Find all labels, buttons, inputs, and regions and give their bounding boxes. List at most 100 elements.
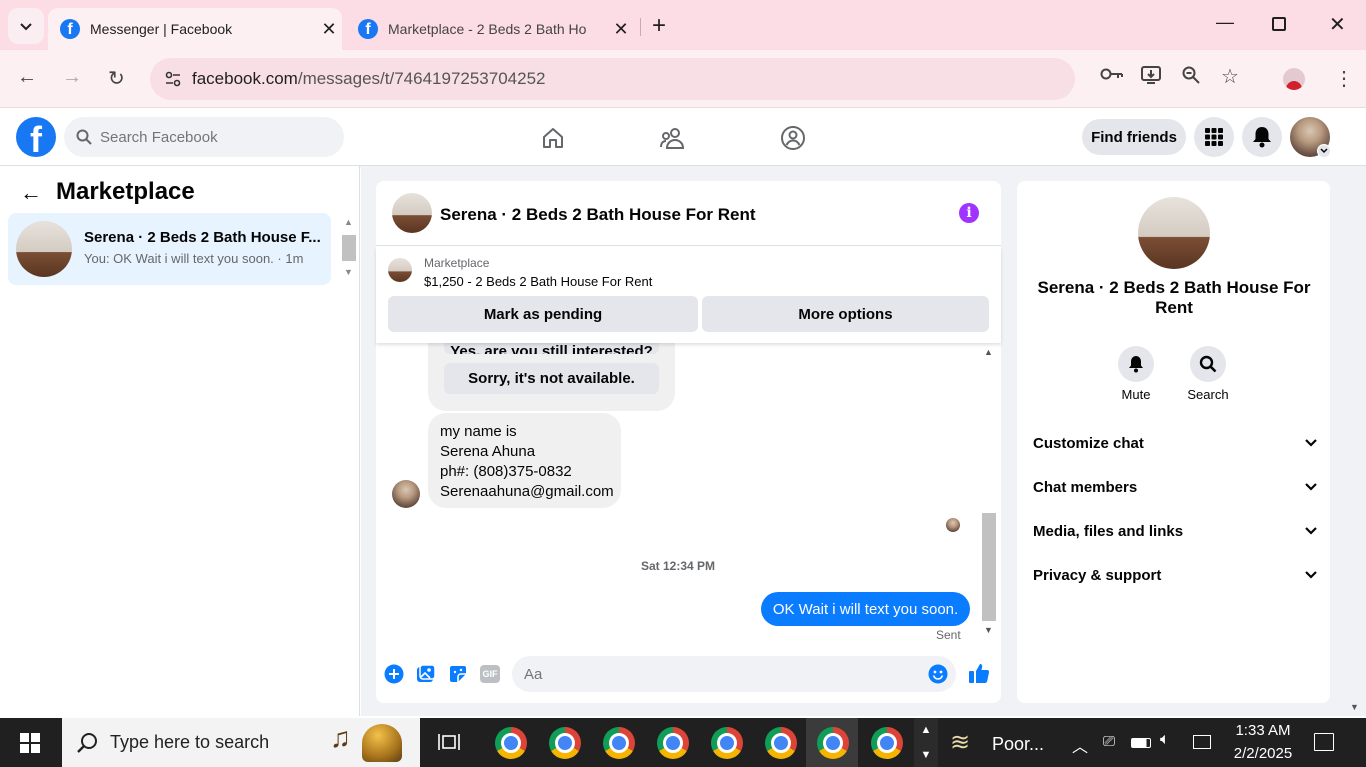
weather-haze-icon: ≋ <box>950 729 971 756</box>
section-media-files-links[interactable]: Media, files and links <box>1033 516 1318 546</box>
forward-icon[interactable]: → <box>62 66 82 89</box>
facebook-logo-icon[interactable]: f <box>16 117 56 157</box>
info-icon[interactable]: i <box>959 203 979 223</box>
message-line: my name is <box>440 423 517 440</box>
close-window-icon[interactable]: ✕ <box>1329 12 1346 37</box>
mute-label: Mute <box>1121 387 1151 402</box>
site-settings-icon[interactable] <box>164 70 182 88</box>
chrome-taskbar-icon[interactable] <box>549 727 581 759</box>
chrome-taskbar-icon[interactable] <box>495 727 527 759</box>
chevron-down-icon <box>1305 527 1317 535</box>
browser-tab-messenger[interactable]: f Messenger | Facebook ✕ <box>48 8 342 50</box>
sidebar-title: Marketplace <box>56 178 195 205</box>
weather-status[interactable]: Poor... <box>992 734 1044 755</box>
search-input[interactable] <box>100 128 320 146</box>
sender-avatar[interactable] <box>392 480 420 508</box>
gramophone-icon <box>362 724 402 762</box>
message-composer[interactable] <box>512 656 956 692</box>
chrome-taskbar-icon[interactable] <box>711 727 743 759</box>
chrome-taskbar-icon[interactable] <box>603 727 635 759</box>
read-receipt-avatar <box>946 518 960 532</box>
install-app-icon[interactable] <box>1141 66 1161 89</box>
show-hidden-icons-icon[interactable]: ︿ <box>1072 733 1088 757</box>
reload-icon[interactable]: ↻ <box>108 66 125 91</box>
attach-photo-icon[interactable] <box>415 663 437 685</box>
chrome-taskbar-icon[interactable] <box>871 727 903 759</box>
gif-icon[interactable]: GIF <box>479 663 501 685</box>
conversation-preview: You: OK Wait i will text you soon. · 1m <box>84 251 304 266</box>
account-chevron-down-icon[interactable] <box>1317 144 1331 158</box>
mute-bell-icon[interactable] <box>1118 346 1154 382</box>
section-label: Privacy & support <box>1033 566 1162 584</box>
section-customize-chat[interactable]: Customize chat <box>1033 428 1318 458</box>
minimize-icon[interactable]: — <box>1216 12 1234 33</box>
home-icon[interactable] <box>533 123 573 153</box>
facebook-favicon-icon: f <box>60 19 80 39</box>
conversation-scrollbar[interactable]: ▲ ▼ <box>340 213 358 285</box>
back-icon[interactable]: ← <box>17 66 37 89</box>
back-arrow-icon[interactable]: ← <box>20 180 42 206</box>
new-tab-icon[interactable]: + <box>652 12 666 40</box>
password-key-icon[interactable] <box>1100 66 1124 87</box>
browser-tab-marketplace[interactable]: f Marketplace - 2 Beds 2 Bath Ho ✕ <box>346 8 634 50</box>
close-tab-icon[interactable]: ✕ <box>316 19 342 40</box>
chat-avatar[interactable] <box>392 193 432 233</box>
section-chat-members[interactable]: Chat members <box>1033 472 1318 502</box>
emoji-icon[interactable] <box>927 663 949 685</box>
chrome-taskbar-icon[interactable] <box>765 727 797 759</box>
close-tab-icon[interactable]: ✕ <box>608 19 634 40</box>
windows-start-icon[interactable] <box>0 718 60 767</box>
outgoing-message-bubble: OK Wait i will text you soon. <box>761 592 970 626</box>
bookmark-star-icon[interactable]: ☆ <box>1221 64 1239 89</box>
chrome-taskbar-icon-active[interactable] <box>817 727 849 759</box>
add-plus-icon[interactable] <box>383 663 405 685</box>
more-options-button[interactable]: More options <box>702 296 989 332</box>
zoom-icon[interactable] <box>1182 66 1200 89</box>
notifications-bell-icon[interactable] <box>1242 117 1282 157</box>
taskbar-overflow-scroller[interactable]: ▲ ▼ <box>914 718 938 767</box>
restore-icon[interactable] <box>1272 17 1286 31</box>
thumbs-up-icon[interactable] <box>967 661 991 685</box>
quick-reply-option[interactable]: Sorry, it's not available. <box>444 363 659 394</box>
facebook-search[interactable] <box>64 117 344 157</box>
chevron-down-icon <box>1305 571 1317 579</box>
facebook-favicon-icon: f <box>358 19 378 39</box>
network-icon[interactable] <box>1193 735 1211 749</box>
address-bar[interactable]: facebook.com/messages/t/7464197253704252 <box>150 58 1075 100</box>
listing-thumbnail[interactable] <box>388 258 412 282</box>
sticker-icon[interactable] <box>447 663 469 685</box>
task-view-icon[interactable] <box>438 731 460 758</box>
chrome-profile-icon[interactable] <box>1283 68 1305 90</box>
tab-search-button[interactable] <box>8 8 44 44</box>
friends-icon[interactable] <box>653 123 693 153</box>
chevron-down-icon <box>1305 439 1317 447</box>
message-timestamp: Sat 12:34 PM <box>640 559 716 573</box>
volume-icon[interactable]: 🔈︎ <box>1160 731 1170 749</box>
message-input[interactable] <box>524 665 904 683</box>
find-friends-button[interactable]: Find friends <box>1082 119 1186 155</box>
groups-icon[interactable] <box>773 123 813 153</box>
search-chat-icon[interactable] <box>1190 346 1226 382</box>
chevron-down-icon <box>20 23 32 31</box>
chat-scrollbar[interactable]: ▲ ▼ <box>980 345 998 641</box>
conversation-avatar <box>16 221 72 277</box>
section-label: Customize chat <box>1033 434 1144 452</box>
details-title: Serena · 2 Beds 2 Bath House For Rent <box>1037 278 1311 317</box>
menu-grid-icon[interactable] <box>1194 117 1234 157</box>
mark-as-pending-button[interactable]: Mark as pending <box>388 296 698 332</box>
chevron-down-icon <box>1305 483 1317 491</box>
details-avatar[interactable] <box>1138 197 1210 269</box>
notification-center-icon[interactable] <box>1314 733 1334 751</box>
clock-time[interactable]: 1:33 AM <box>1226 722 1300 739</box>
chrome-menu-icon[interactable]: ⋮ <box>1334 66 1354 91</box>
camera-icon[interactable]: ⎚ <box>1103 733 1115 750</box>
chat-title[interactable]: Serena · 2 Beds 2 Bath House For Rent <box>440 205 756 225</box>
conversation-item[interactable]: Serena · 2 Beds 2 Bath House F... You: O… <box>8 213 331 285</box>
page-scroll-down-icon[interactable]: ▼ <box>1350 702 1359 712</box>
clock-date[interactable]: 2/2/2025 <box>1226 745 1300 762</box>
section-privacy-support[interactable]: Privacy & support <box>1033 560 1318 590</box>
chrome-taskbar-icon[interactable] <box>657 727 689 759</box>
battery-icon[interactable] <box>1131 738 1151 748</box>
listing-summary[interactable]: $1,250 - 2 Beds 2 Bath House For Rent <box>424 274 652 289</box>
taskbar-search[interactable]: Type here to search ♫ <box>62 718 420 767</box>
